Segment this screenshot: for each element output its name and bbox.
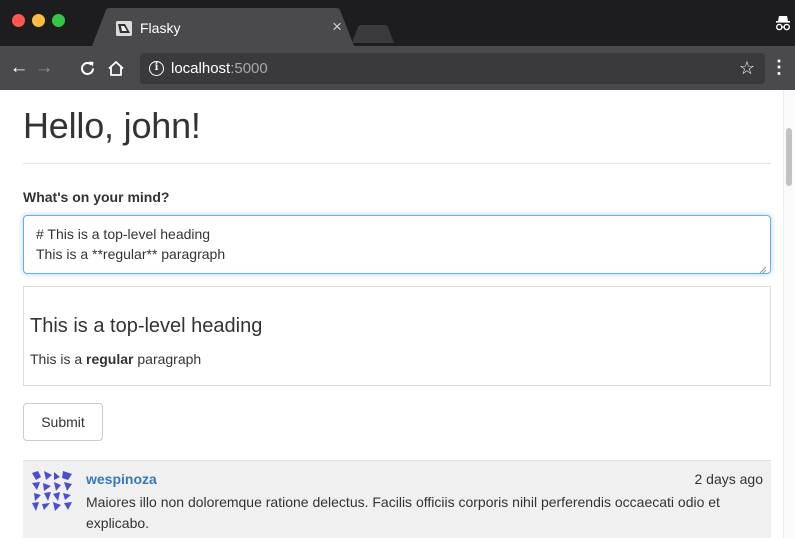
arrow-right-icon[interactable]: → [34,58,54,78]
preview-paragraph: This is a regular paragraph [30,351,201,368]
scrollbar-thumb[interactable] [786,128,792,186]
avatar[interactable] [32,471,72,511]
post-form-label: What's on your mind? [23,189,170,205]
browser-tab-bar: Flasky × [0,0,795,46]
menu-dots-icon[interactable]: ⋮ [770,57,788,77]
star-icon[interactable]: ☆ [739,58,755,78]
post-body-textarea[interactable]: # This is a top-level heading This is a … [23,215,771,274]
page-viewport: Hello, john! What's on your mind? # This… [0,90,795,538]
browser-toolbar: ← → i localhost:5000 ☆ ⋮ [0,46,795,90]
header-divider [23,163,771,164]
window-minimize-button[interactable] [32,14,45,27]
post-item: wespinoza 2 days ago Maiores illo non do… [23,460,771,538]
post-body-text: Maiores illo non doloremque ratione dele… [86,494,720,531]
post-author-link[interactable]: wespinoza [86,471,157,488]
tab-flasky[interactable]: Flasky × [92,8,354,46]
post-timestamp: 2 days ago [694,471,764,487]
flasky-favicon-icon [116,21,132,36]
submit-button[interactable]: Submit [23,403,103,441]
window-maximize-button[interactable] [52,14,65,27]
arrow-left-icon[interactable]: ← [9,58,29,78]
page-title: Hello, john! [23,105,201,146]
incognito-icon [776,16,791,31]
info-icon[interactable]: i [149,61,164,76]
url-host: localhost [171,60,231,77]
url-port: :5000 [230,60,268,77]
window-close-button[interactable] [12,14,25,27]
preview-heading: This is a top-level heading [30,315,263,337]
tab-title: Flasky [140,20,181,36]
new-tab-button[interactable] [352,25,394,43]
preview-bold-text: regular [86,351,134,367]
markdown-preview: This is a top-level heading This is a re… [23,286,771,386]
home-icon[interactable] [106,58,126,78]
address-bar[interactable]: i localhost:5000 ☆ [140,53,765,84]
url-text[interactable]: localhost:5000 [171,60,268,77]
tab-close-icon[interactable]: × [332,18,342,36]
preview-text-after: paragraph [133,351,202,367]
resize-grip-icon[interactable] [759,266,767,274]
page-scrollbar[interactable] [783,90,795,538]
reload-icon[interactable] [77,58,97,78]
preview-text-before: This is a [30,351,87,367]
